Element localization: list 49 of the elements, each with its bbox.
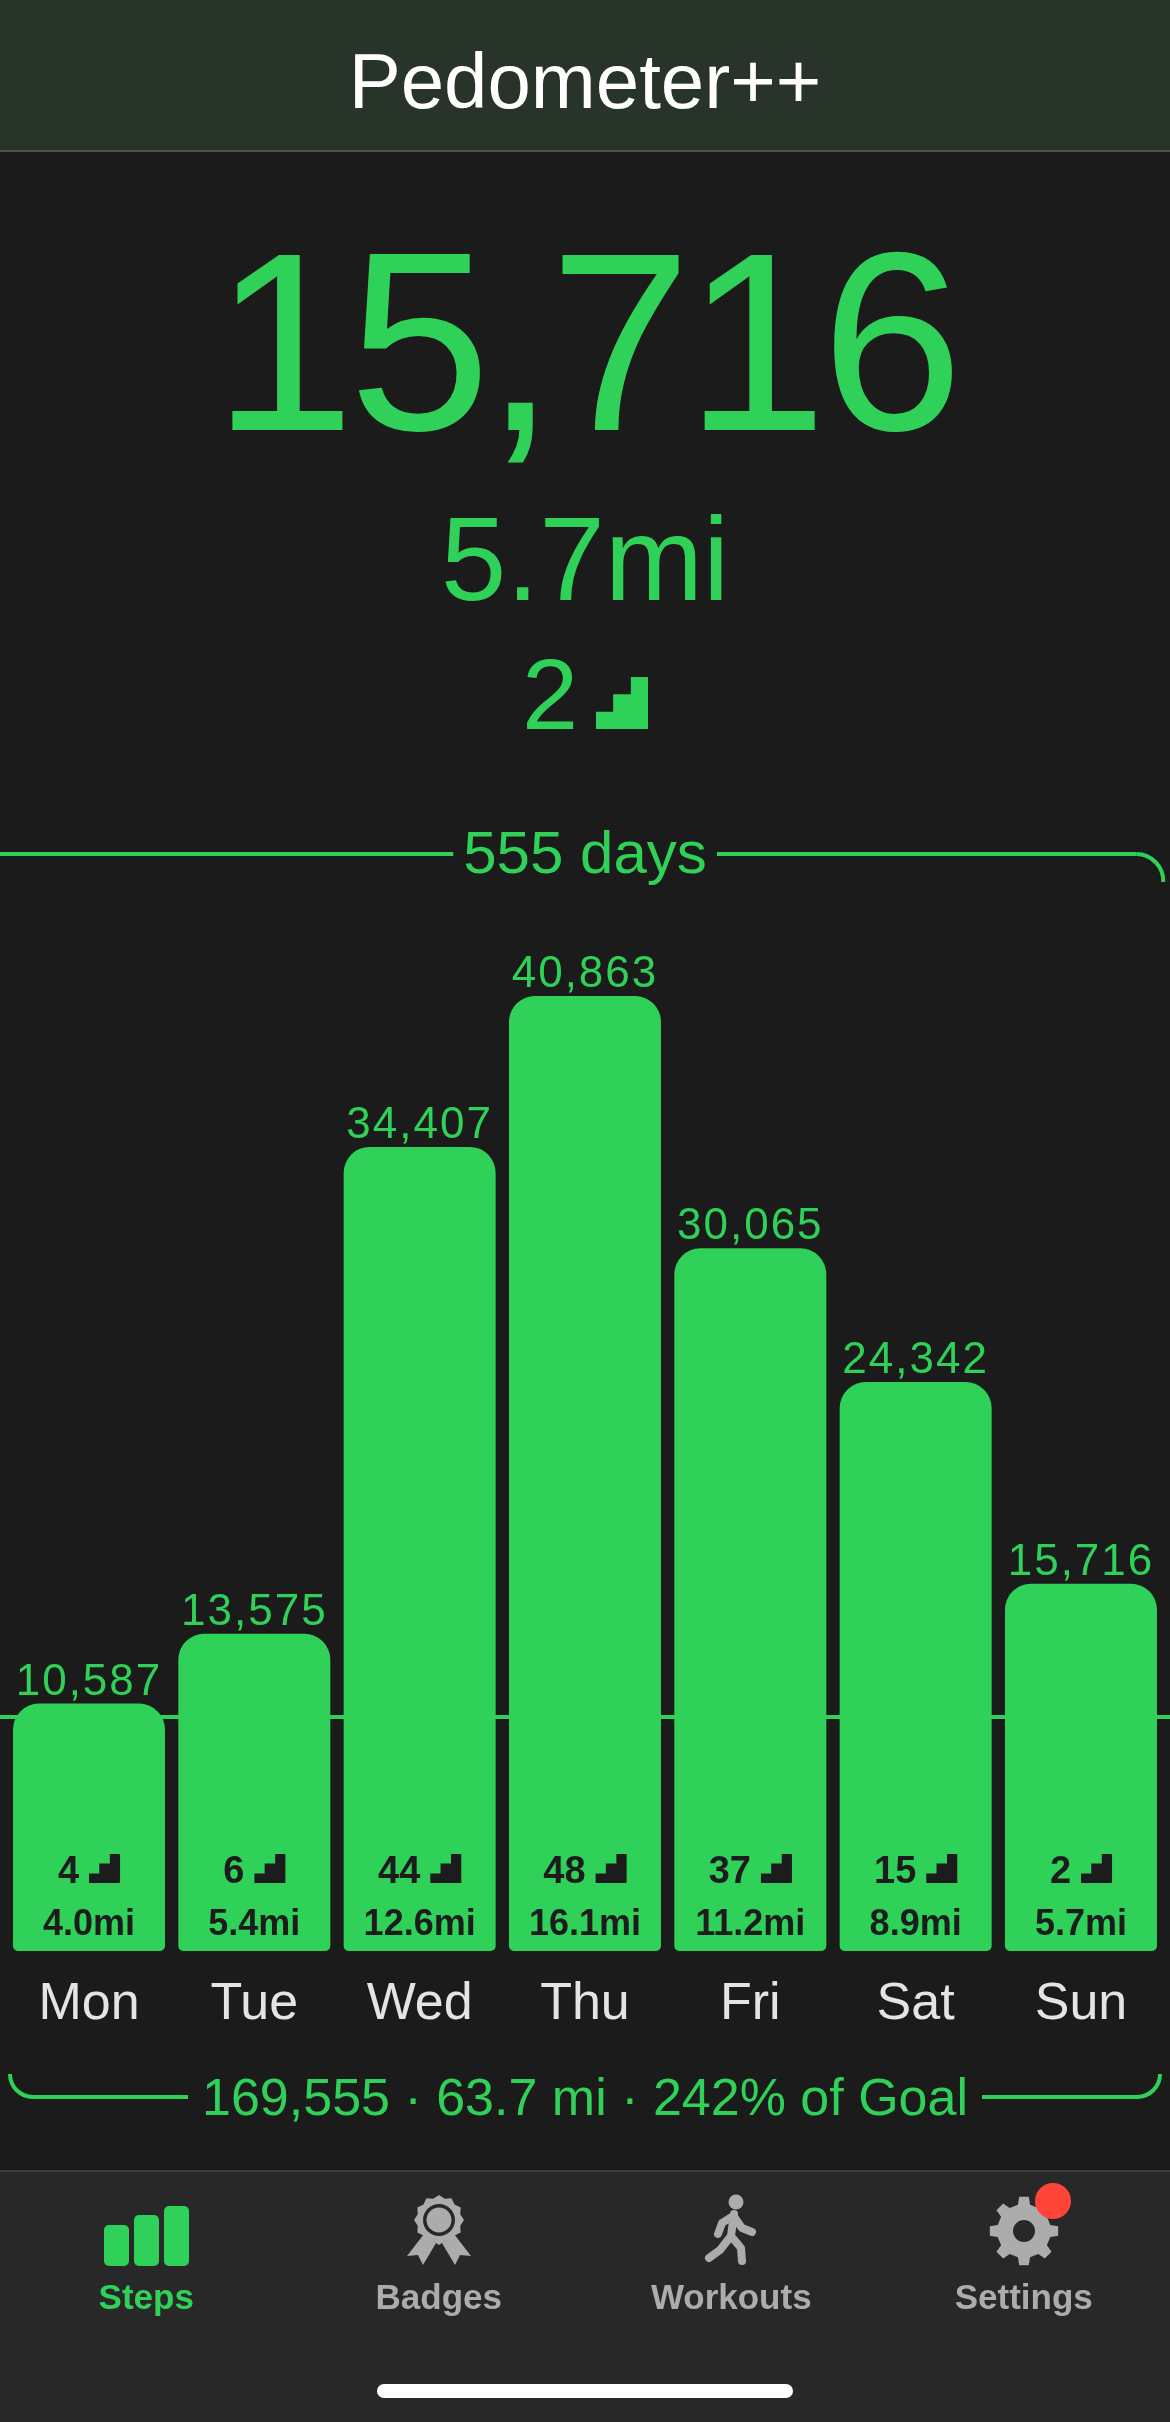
stairs-icon — [1081, 1854, 1113, 1883]
day-label: Wed — [366, 1972, 473, 2030]
distance-text: 5.7mi — [440, 500, 730, 618]
flights-count: 2 — [521, 644, 579, 745]
flights-count: 44 — [378, 1849, 421, 1891]
walking-person-icon — [704, 2194, 759, 2266]
flights-count: 15 — [874, 1849, 917, 1891]
day-label: Mon — [38, 1972, 140, 2030]
stairs-icon — [430, 1854, 462, 1883]
bar-chart-icon — [103, 2206, 189, 2266]
day-label: Sun — [1034, 1972, 1128, 2030]
flights-count: 2 — [1049, 1849, 1072, 1891]
stairs-icon — [254, 1854, 286, 1883]
summary-text: 169,555 · 63.7 mi · 242% of Goal — [202, 2071, 968, 2123]
stairs-icon — [926, 1854, 958, 1883]
day-label: Sat — [876, 1972, 955, 2030]
distance-label: 5.4mi — [208, 1902, 301, 1943]
tab-bar-item[interactable]: Badges — [292, 2172, 585, 2314]
range-label: 555 days — [463, 823, 707, 883]
bar-value-label: 30,065 — [677, 1199, 824, 1249]
distance-label: 16.1mi — [528, 1902, 642, 1943]
bar-value-label: 34,407 — [346, 1097, 493, 1147]
stairs-icon — [595, 1854, 627, 1883]
distance-label: 11.2mi — [695, 1902, 806, 1943]
distance-label: 8.9mi — [869, 1902, 962, 1943]
distance-label: 5.7mi — [1034, 1902, 1127, 1943]
stairs-icon — [760, 1854, 792, 1883]
day-label: Fri — [720, 1972, 781, 2030]
day-label: Thu — [540, 1972, 630, 2030]
bar-value-label: 24,342 — [842, 1333, 989, 1383]
distance-label: 12.6mi — [363, 1902, 476, 1943]
stairs-icon — [596, 677, 649, 729]
step-count: 15,716 — [213, 214, 957, 469]
settings-icon — [988, 2196, 1059, 2266]
tab-bar-item[interactable]: Settings — [877, 2172, 1170, 2314]
tab-bar-item[interactable]: Workouts — [585, 2172, 878, 2314]
bar-value-label: 10,587 — [15, 1654, 163, 1704]
app-title: Pedometer++ — [348, 42, 822, 120]
distance-label: 4.0mi — [42, 1902, 136, 1943]
bar-value-label: 40,863 — [511, 947, 659, 996]
bar-value-label: 15,716 — [1007, 1534, 1155, 1584]
bar-value-label: 13,575 — [181, 1584, 328, 1634]
flights-count: 48 — [543, 1849, 586, 1891]
tab-bar-item[interactable]: Steps — [0, 2172, 293, 2314]
flights-count: 37 — [708, 1849, 751, 1891]
day-label: Tue — [210, 1972, 299, 2030]
flights-count: 4 — [57, 1849, 80, 1891]
flights-count: 6 — [223, 1849, 245, 1891]
stairs-icon — [89, 1854, 121, 1883]
